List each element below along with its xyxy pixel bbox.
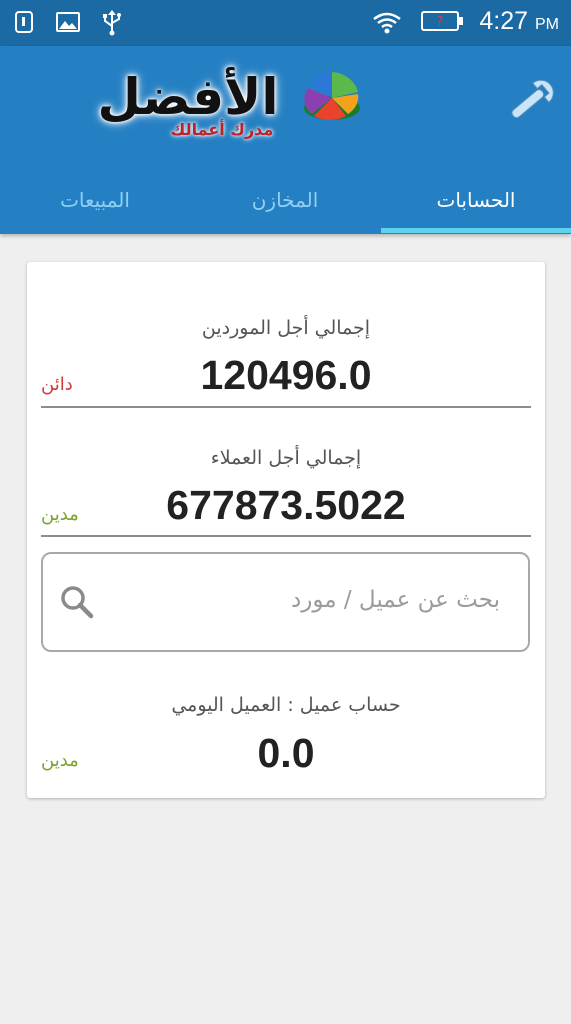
customer-account-value: 0.0 — [257, 730, 315, 776]
customer-account-status-badge: مدين — [41, 750, 79, 771]
tab-accounts[interactable]: الحسابات — [381, 166, 571, 234]
settings-button[interactable] — [500, 76, 558, 128]
image-icon — [56, 12, 80, 32]
tab-sales-label: المبيعات — [60, 188, 130, 212]
accounts-card: إجمالي أجل الموردين 120496.0 دائن إجمالي… — [27, 262, 545, 798]
customer-account-label: حساب عميل : العميل اليومي — [171, 694, 401, 716]
search-icon[interactable] — [59, 584, 95, 620]
battery-alert-icon: ? — [421, 11, 463, 31]
app-bar: الأفضل مدرك أعمالك المبيعات المخازن الحس… — [0, 46, 571, 234]
tab-warehouses-label: المخازن — [251, 188, 319, 212]
clock-ampm: PM — [535, 16, 559, 33]
app-logo: الأفضل مدرك أعمالك — [72, 62, 372, 162]
usb-icon — [103, 10, 121, 36]
divider — [41, 406, 531, 408]
tab-sales[interactable]: المبيعات — [0, 166, 190, 234]
tab-bar: المبيعات المخازن الحسابات — [0, 166, 571, 234]
clock: 4:27 PM — [479, 7, 559, 36]
suppliers-total-label: إجمالي أجل الموردين — [201, 317, 371, 339]
sim-icon — [15, 11, 33, 33]
search-placeholder: بحث عن عميل / مورد — [291, 587, 500, 613]
customers-total-label: إجمالي أجل العملاء — [210, 447, 362, 469]
search-input[interactable]: بحث عن عميل / مورد — [41, 552, 530, 652]
clock-time: 4:27 — [479, 7, 529, 35]
customers-total-value: 677873.5022 — [166, 482, 406, 528]
tab-accounts-label: الحسابات — [436, 188, 516, 212]
suppliers-total-value: 120496.0 — [200, 352, 372, 398]
wifi-icon — [373, 12, 401, 34]
logo-subtitle: مدرك أعمالك — [170, 120, 274, 139]
battery-badge: ? — [437, 15, 444, 30]
divider — [41, 535, 531, 537]
tab-indicator — [381, 228, 571, 233]
status-bar: ? 4:27 PM — [0, 0, 571, 46]
tab-warehouses[interactable]: المخازن — [190, 166, 380, 234]
customers-status-badge: مدين — [41, 504, 79, 525]
suppliers-status-badge: دائن — [41, 374, 73, 395]
wrench-icon — [511, 79, 554, 119]
pie-chart-icon — [304, 72, 360, 120]
